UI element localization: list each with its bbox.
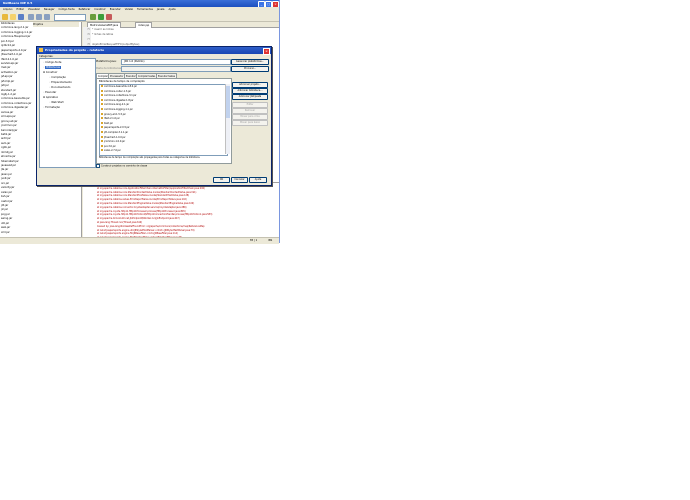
libraries-folder-field (121, 66, 231, 72)
category-sources[interactable]: ◦ Código-fonte (43, 61, 61, 64)
insert-mode: INS (268, 239, 273, 242)
build-icon[interactable] (90, 14, 96, 20)
jar-icon (101, 126, 103, 129)
classpath-list[interactable]: commons-beanutils-1.8.0.jar commons-codec… (99, 84, 228, 156)
jar-label: jasperreports-2.0.5.jar (104, 126, 130, 130)
compile-tab-panel: Bibliotecas de tempo de compilação: comm… (96, 78, 232, 164)
code-text[interactable]: * inserir as linhas * linhas de letras obj… (92, 27, 278, 46)
jar-icon (101, 121, 103, 124)
projects-tab[interactable]: Projetos (33, 22, 79, 27)
libraries-form: Plataforma Java: JDK 1.6 (Padrão) Gerenc… (96, 56, 269, 168)
jar-label: commons-digester-1.8.jar (104, 98, 134, 102)
jar-label: poi-3.0.jar (104, 144, 116, 148)
project-properties-dialog: Propriedades do projeto - relatorio × Ca… (36, 46, 272, 186)
classpath-scrollbar[interactable] (225, 84, 230, 154)
configuration-select[interactable] (54, 14, 86, 21)
ide-title: NetBeans IDE 6.5 (3, 1, 33, 5)
jar-label: iText-2.1.0.jar (104, 117, 120, 121)
checkbox-box[interactable] (96, 164, 100, 168)
ok-button[interactable]: OK (213, 177, 230, 183)
dialog-title-bar: Propriedades do projeto - relatorio × (37, 47, 271, 55)
jar-label: commons-logging-1.1.jar (104, 107, 133, 111)
jar-icon (101, 94, 103, 97)
browse-button[interactable]: Procurar... (231, 66, 269, 72)
jar-icon (101, 149, 103, 152)
jar-label: jfreechart-1.0.0.jar (104, 135, 126, 139)
category-libraries-label: Bibliotecas (45, 66, 61, 69)
jar-icon (101, 140, 103, 143)
jar-icon (101, 112, 103, 115)
category-packaging[interactable]: ◦ Empacotamento (49, 81, 72, 84)
jar-icon (101, 85, 103, 87)
ide-title-bar: NetBeans IDE 6.5 _ □ × (0, 0, 279, 8)
jar-label: commons-beanutils-1.8.0.jar (104, 85, 137, 88)
category-application[interactable]: ⊟ Aplicativo (43, 96, 58, 99)
checkbox-label: Construir projetos no caminho de classe (101, 164, 148, 168)
project-tree-item[interactable]: xml.jar (0, 231, 81, 235)
jar-label: jdt-compiler-3.1.1.jar (104, 130, 129, 134)
new-project-icon[interactable] (2, 14, 8, 20)
jar-label: commons-codec-1.3.jar (104, 89, 132, 93)
build-projects-checkbox[interactable]: Construir projetos no caminho de classe (96, 164, 147, 168)
classpath-note: Bibliotecas de tempo de compilação são p… (99, 156, 201, 159)
category-web-start[interactable]: ◦ Web Start (49, 101, 64, 104)
jar-label: xalan-2.7.0.jar (104, 149, 121, 153)
dialog-title: Propriedades do projeto - relatorio (45, 48, 105, 52)
libraries-folder-label: Pasta de bibliotecas: (96, 67, 122, 70)
jar-icon (101, 130, 103, 133)
netbeans-icon (39, 48, 43, 52)
run-icon[interactable] (98, 14, 104, 20)
categories-tree: ◦ Código-fonte ◦ Bibliotecas ⊟ Construir… (39, 58, 96, 168)
help-button[interactable]: Ajuda (249, 177, 267, 183)
jar-label: itext.jar (104, 121, 113, 125)
category-formatting[interactable]: ◦ Formatação (43, 106, 60, 109)
classpath-label: Bibliotecas de tempo de compilação: (99, 80, 146, 83)
classpath-button-6[interactable]: Mover para baixo (232, 120, 268, 126)
jar-label: commons-collections-3.1.jar (104, 94, 137, 98)
category-documenting[interactable]: ◦ Documentando (49, 86, 70, 89)
jar-icon (101, 144, 103, 147)
projects-tab-label: Projetos (33, 23, 44, 26)
jar-label: groovy-all-1.5.5.jar (104, 112, 126, 116)
jar-icon (101, 89, 103, 92)
cut-icon[interactable] (28, 14, 34, 20)
output-window: at org.apache.catalina.core.StandardWrap… (83, 182, 279, 243)
category-run[interactable]: ◦ Executar (43, 91, 56, 94)
cursor-position: 85 | 1 (250, 239, 258, 242)
jar-icon (101, 98, 103, 101)
jar-label: jcommon-1.0.0.jar (104, 140, 126, 144)
dialog-footer: OK Cancelar Ajuda (213, 177, 269, 183)
category-build[interactable]: ⊟ Construir (43, 71, 57, 74)
open-folder-icon[interactable] (10, 14, 16, 20)
copy-icon[interactable] (36, 14, 42, 20)
manage-platforms-button[interactable]: Gerenciar plataformas... (231, 59, 269, 65)
paste-icon[interactable] (44, 14, 50, 20)
jar-icon (101, 103, 103, 106)
scrollbar-thumb[interactable] (226, 86, 230, 118)
category-compiling[interactable]: ◦ Compilação (49, 76, 66, 79)
debug-icon[interactable] (106, 14, 112, 20)
status-bar: 85 | 1 INS (0, 237, 279, 244)
save-icon[interactable] (18, 14, 24, 20)
platform-label: Plataforma Java: (96, 60, 117, 63)
jar-icon (101, 107, 103, 110)
category-libraries[interactable]: ◦ Bibliotecas (43, 66, 61, 69)
platform-select[interactable]: JDK 1.6 (Padrão) (121, 59, 231, 65)
jar-label: commons-lang-2.1.jar (104, 103, 130, 107)
classpath-buttons: Adicionar projeto... Adicionar biblioteca… (232, 82, 268, 142)
jar-icon (101, 135, 103, 138)
jar-icon (101, 117, 103, 120)
toolbar (0, 12, 279, 22)
classpath-button-2[interactable]: Adicionar JAR/pasta (232, 94, 268, 100)
dialog-close-icon[interactable]: × (263, 48, 270, 55)
cancel-button[interactable]: Cancelar (231, 177, 248, 183)
classpath-jar-item[interactable]: xalan-2.7.0.jar (100, 149, 227, 154)
